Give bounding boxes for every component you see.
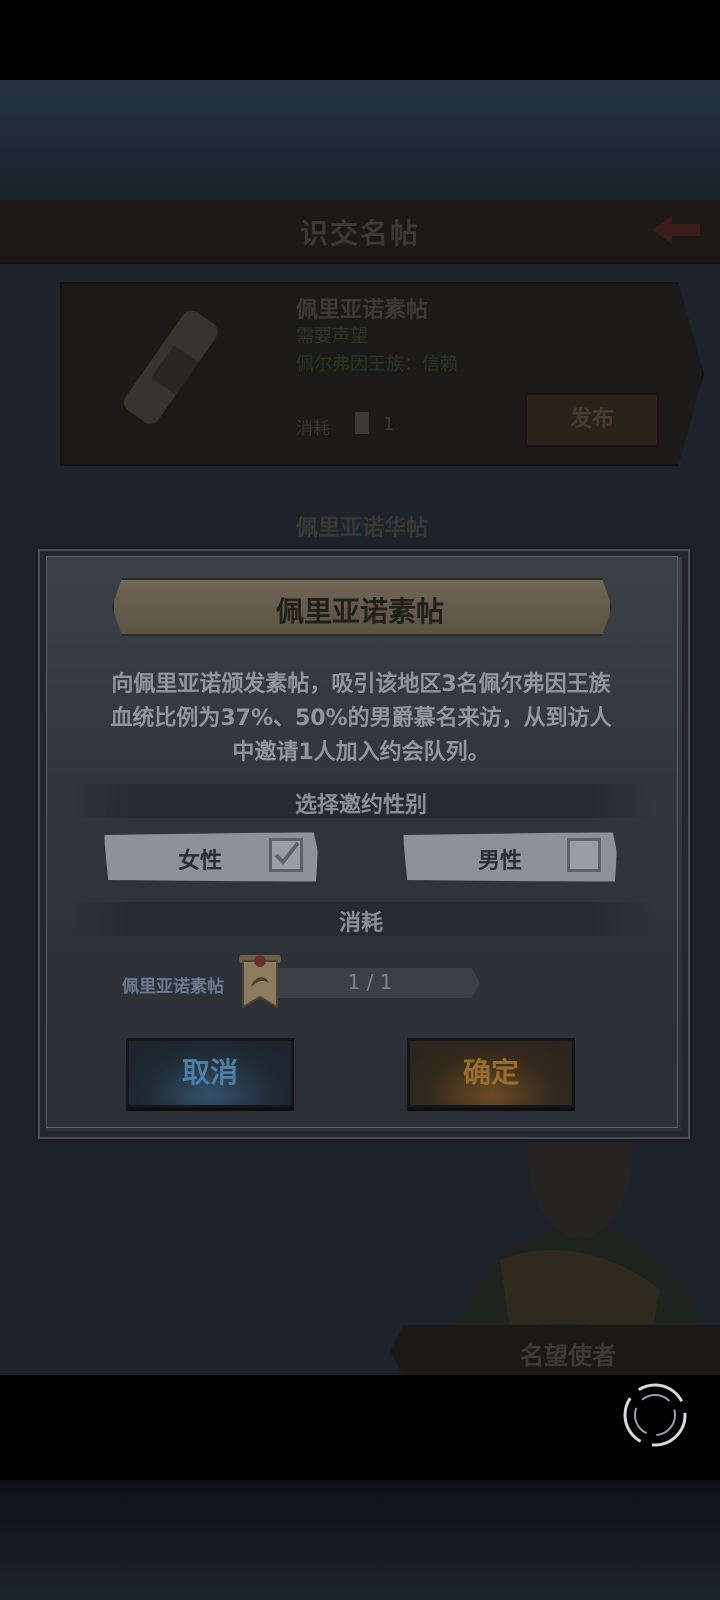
cost-item-label: 佩里亚诺素帖 [122,977,224,997]
dialog-title: 佩里亚诺素帖 [275,595,444,628]
top-black-bar [0,0,720,80]
bottom-background-strip [0,1480,720,1600]
background-card2-title: 佩里亚诺华帖 [296,516,429,541]
back-arrow-icon[interactable] [650,212,702,248]
background-card-title: 佩里亚诺素帖 [296,298,429,323]
background-card-family: 佩尔弗因王族：信赖 [296,354,458,375]
cost-item-count: 1 / 1 [347,970,393,994]
dialog-description: 向佩里亚诺颁发素帖，吸引该地区3名佩尔弗因王族 血统比例为37%、50%的男爵慕… [80,668,642,770]
male-option-label: 男性 [478,849,523,874]
background-cost-value: 1 [383,414,395,435]
background-ribbon-text: 名望使者 [520,1342,616,1370]
cost-scroll-icon [355,412,369,434]
background-card-requirement: 需要声望 [296,326,368,347]
bottom-black-bar [0,1375,720,1480]
description-line: 血统比例为37%、50%的男爵慕名来访，从到访人 [110,706,612,731]
confirm-button[interactable]: 确定 [407,1038,575,1108]
description-line: 中邀请1人加入约会队列。 [232,740,490,765]
description-line: 向佩里亚诺颁发素帖，吸引该地区3名佩尔弗因王族 [111,672,611,697]
upper-background-strip [0,80,720,200]
male-checkbox[interactable] [567,838,601,872]
cancel-button[interactable]: 取消 [126,1038,294,1108]
female-checkbox[interactable] [269,838,303,872]
checkmark-icon [274,841,300,866]
scroll-icon [124,310,218,424]
background-header-title: 识交名帖 [299,217,420,250]
gender-section-title: 选择邀约性别 [294,793,427,818]
female-option-label: 女性 [178,849,223,874]
publish-button[interactable]: 发布 [525,393,659,447]
background-cost-label: 消耗 [296,419,330,439]
loading-spinner-icon [623,1383,687,1447]
cost-section-title: 消耗 [338,911,383,936]
